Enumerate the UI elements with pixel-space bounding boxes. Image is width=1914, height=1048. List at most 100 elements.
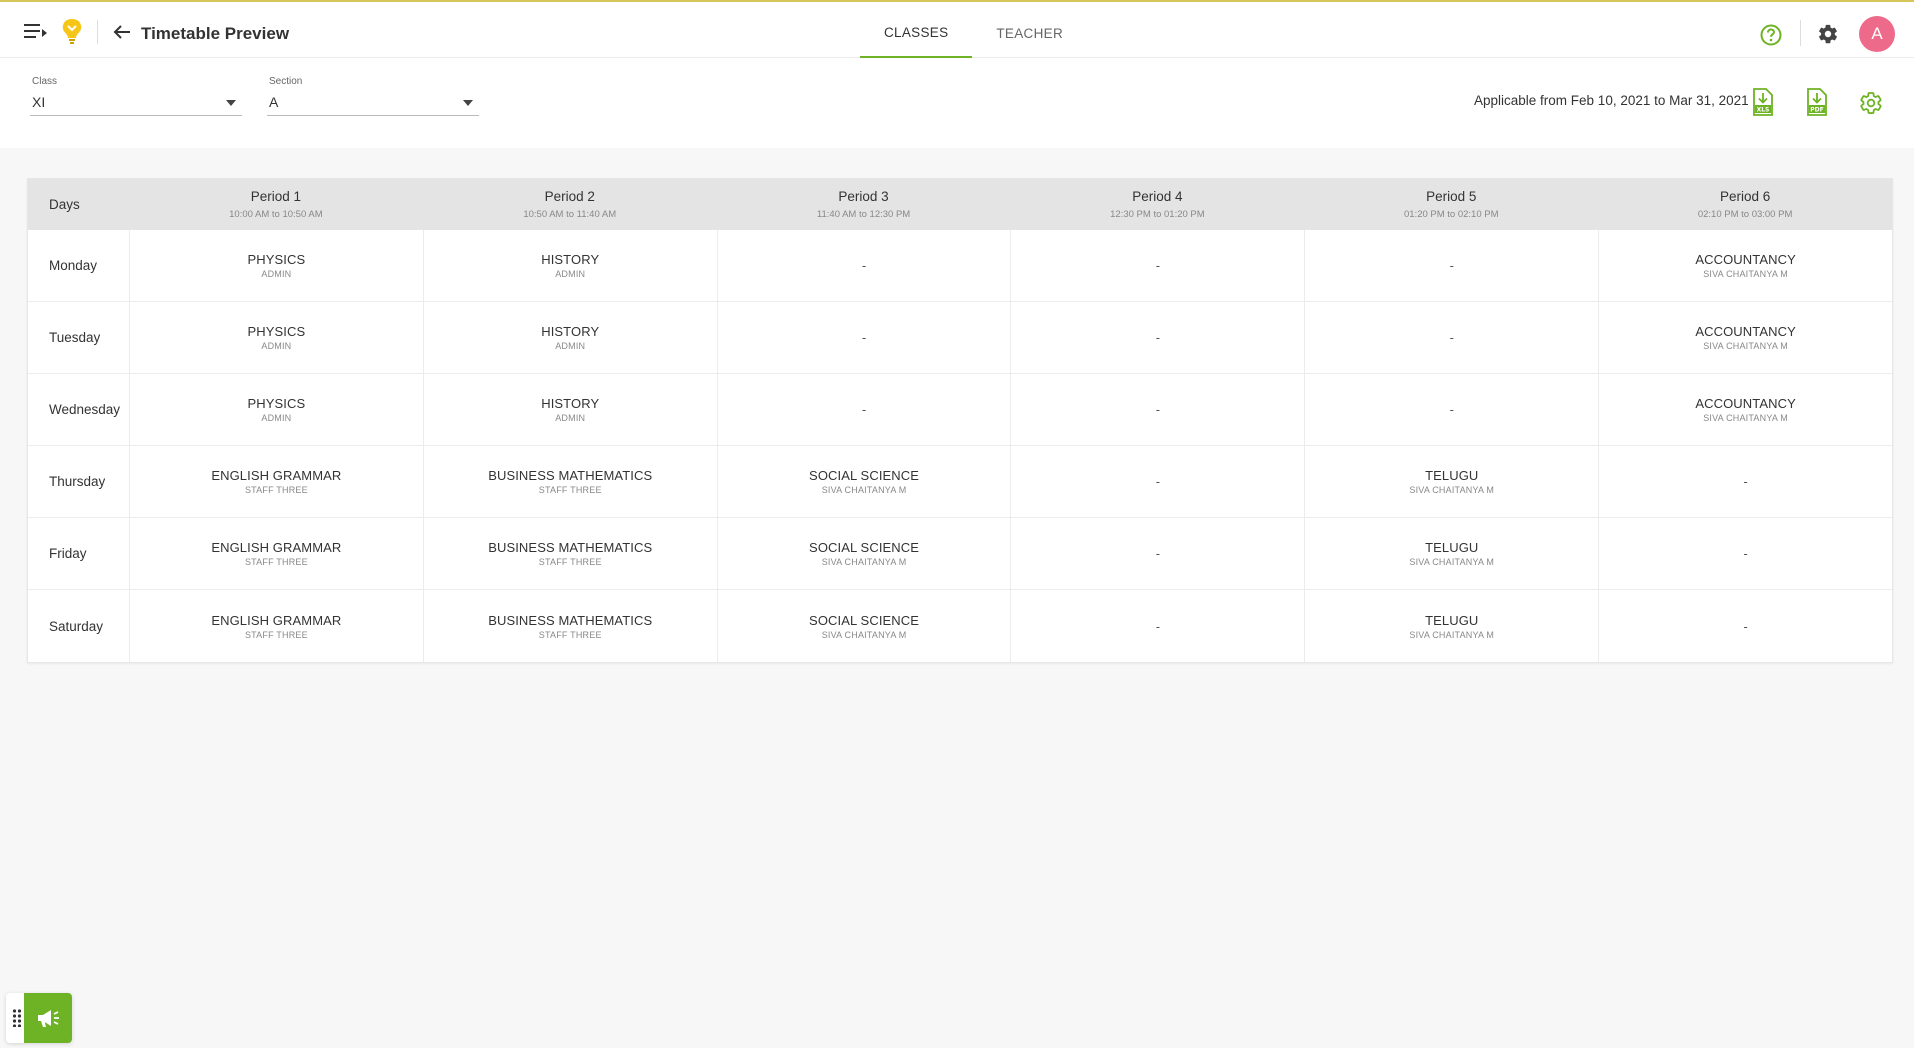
gear-icon[interactable]	[1817, 23, 1839, 45]
subject-name: -	[861, 258, 867, 273]
timetable-header-row: Days Period 1 10:00 AM to 10:50 AM Period…	[28, 179, 1892, 230]
subject-name: TELUGU	[1425, 468, 1479, 483]
announcement-button[interactable]	[24, 993, 72, 1043]
timetable-slot[interactable]: -	[716, 230, 1011, 301]
subject-name: ACCOUNTANCY	[1695, 252, 1796, 267]
timetable-slot[interactable]: -	[1598, 590, 1892, 662]
timetable-slot[interactable]: BUSINESS MATHEMATICS STAFF THREE	[422, 446, 717, 517]
subject-name: -	[1449, 330, 1454, 345]
back-arrow-icon[interactable]	[112, 23, 132, 41]
pdf-download-icon[interactable]: PDF	[1805, 88, 1829, 116]
xls-download-icon[interactable]: XLS	[1751, 88, 1775, 116]
timetable-slot[interactable]: HISTORY ADMIN	[422, 374, 717, 445]
subject-name: SOCIAL SCIENCE	[809, 468, 920, 483]
period-header: Period 5 01:20 PM to 02:10 PM	[1304, 179, 1598, 230]
timetable-slot[interactable]: ENGLISH GRAMMAR STAFF THREE	[128, 518, 423, 589]
timetable-slot[interactable]: -	[716, 374, 1011, 445]
timetable-slot[interactable]: -	[1010, 230, 1304, 301]
timetable-slot[interactable]: SOCIAL SCIENCE SIVA CHAITANYA M	[716, 446, 1011, 517]
timetable-slot[interactable]: ENGLISH GRAMMAR STAFF THREE	[128, 446, 423, 517]
timetable-slot[interactable]: -	[1304, 374, 1598, 445]
timetable-slot[interactable]: -	[1010, 518, 1304, 589]
period-time: 02:10 PM to 03:00 PM	[1697, 209, 1793, 220]
timetable-slot[interactable]: PHYSICS ADMIN	[128, 374, 423, 445]
teacher-name: ADMIN	[261, 413, 292, 423]
menu-icon[interactable]	[24, 21, 48, 41]
subject-name: -	[1743, 474, 1748, 489]
timetable-slot[interactable]: PHYSICS ADMIN	[128, 302, 423, 373]
teacher-name: SIVA CHAITANYA M	[1703, 413, 1788, 423]
timetable-slot[interactable]: PHYSICS ADMIN	[128, 230, 423, 301]
timetable-slot[interactable]: -	[1010, 446, 1304, 517]
subject-name: -	[1155, 618, 1161, 634]
timetable-slot[interactable]: -	[1598, 518, 1892, 589]
announcement-widget	[6, 993, 72, 1043]
settings-icon[interactable]	[1859, 89, 1883, 117]
timetable-slot[interactable]: BUSINESS MATHEMATICS STAFF THREE	[422, 590, 717, 662]
teacher-name: SIVA CHAITANYA M	[821, 485, 907, 495]
teacher-name: STAFF THREE	[244, 629, 308, 640]
help-icon[interactable]	[1760, 24, 1782, 46]
timetable-slot[interactable]: -	[1304, 230, 1598, 301]
svg-text:XLS: XLS	[1757, 107, 1770, 114]
table-row: Monday PHYSICS ADMIN HISTORY ADMIN - - - ACCOUNT…	[28, 230, 1892, 302]
table-row: Thursday ENGLISH GRAMMAR STAFF THREE BUSINE…	[28, 446, 1892, 518]
teacher-name: ADMIN	[261, 269, 292, 279]
timetable-slot[interactable]: HISTORY ADMIN	[422, 302, 717, 373]
megaphone-icon	[38, 1010, 59, 1027]
timetable-slot[interactable]: -	[1010, 302, 1304, 373]
section-select[interactable]: Section A	[267, 76, 479, 116]
timetable-slot[interactable]: TELUGU SIVA CHAITANYA M	[1304, 446, 1598, 517]
timetable-body: Monday PHYSICS ADMIN HISTORY ADMIN - - - ACCOUNT…	[28, 230, 1892, 662]
day-label: Monday	[49, 258, 98, 273]
timetable-slot[interactable]: -	[1010, 590, 1304, 662]
period-header: Period 2 10:50 AM to 11:40 AM	[423, 179, 717, 230]
view-tabs: CLASSES TEACHER	[860, 2, 1087, 59]
timetable-slot[interactable]: BUSINESS MATHEMATICS STAFF THREE	[422, 518, 717, 589]
period-title: Period 5	[1426, 189, 1477, 204]
drag-handle-icon[interactable]	[12, 1009, 22, 1027]
period-title: Period 3	[838, 189, 889, 204]
teacher-name: STAFF THREE	[538, 629, 602, 640]
subject-name: SOCIAL SCIENCE	[809, 540, 920, 555]
avatar[interactable]: A	[1859, 16, 1895, 52]
day-label: Saturday	[49, 618, 104, 634]
subject-name: HISTORY	[541, 324, 600, 339]
subject-name: SOCIAL SCIENCE	[809, 612, 920, 628]
table-row: Saturday ENGLISH GRAMMAR STAFF THREE BUSINE…	[28, 590, 1892, 662]
teacher-name: SIVA CHAITANYA M	[821, 629, 907, 640]
section-select-value: A	[269, 94, 279, 110]
teacher-name: STAFF THREE	[244, 485, 308, 495]
timetable-slot[interactable]: ACCOUNTANCY SIVA CHAITANYA M	[1598, 302, 1892, 373]
timetable-slot[interactable]: -	[1010, 374, 1304, 445]
timetable-slot[interactable]: ACCOUNTANCY SIVA CHAITANYA M	[1598, 230, 1892, 301]
period-title: Period 2	[544, 189, 595, 204]
timetable-slot[interactable]: -	[1304, 302, 1598, 373]
timetable-slot[interactable]: -	[1598, 446, 1892, 517]
table-row: Wednesday PHYSICS ADMIN HISTORY ADMIN - - - ACCO…	[28, 374, 1892, 446]
section-select-label: Section	[269, 76, 303, 87]
top-app-bar: Timetable Preview CLASSES TEACHER A	[0, 0, 1914, 59]
timetable-slot[interactable]: SOCIAL SCIENCE SIVA CHAITANYA M	[716, 518, 1011, 589]
period-title: Period 6	[1719, 189, 1771, 204]
tab-teacher[interactable]: TEACHER	[972, 2, 1087, 59]
teacher-name: SIVA CHAITANYA M	[1409, 557, 1495, 567]
timetable-slot[interactable]: TELUGU SIVA CHAITANYA M	[1304, 590, 1598, 662]
applicable-date-range: Applicable from Feb 10, 2021 to Mar 31, …	[1474, 93, 1749, 108]
subject-name: HISTORY	[541, 396, 600, 411]
teacher-name: ADMIN	[555, 269, 586, 279]
timetable-slot[interactable]: -	[716, 302, 1011, 373]
timetable-slot[interactable]: ENGLISH GRAMMAR STAFF THREE	[128, 590, 423, 662]
tab-classes[interactable]: CLASSES	[860, 2, 973, 59]
timetable-slot[interactable]: SOCIAL SCIENCE SIVA CHAITANYA M	[716, 590, 1011, 662]
subject-name: ACCOUNTANCY	[1695, 396, 1796, 411]
subject-name: PHYSICS	[247, 396, 306, 411]
header-divider	[97, 20, 98, 44]
timetable-slot[interactable]: TELUGU SIVA CHAITANYA M	[1304, 518, 1598, 589]
period-time: 11:40 AM to 12:30 PM	[816, 209, 911, 220]
timetable-slot[interactable]: ACCOUNTANCY SIVA CHAITANYA M	[1598, 374, 1892, 445]
subject-name: -	[1155, 330, 1161, 345]
timetable-slot[interactable]: HISTORY ADMIN	[422, 230, 717, 301]
class-select[interactable]: Class XI	[30, 76, 242, 116]
teacher-name: SIVA CHAITANYA M	[1409, 485, 1495, 495]
